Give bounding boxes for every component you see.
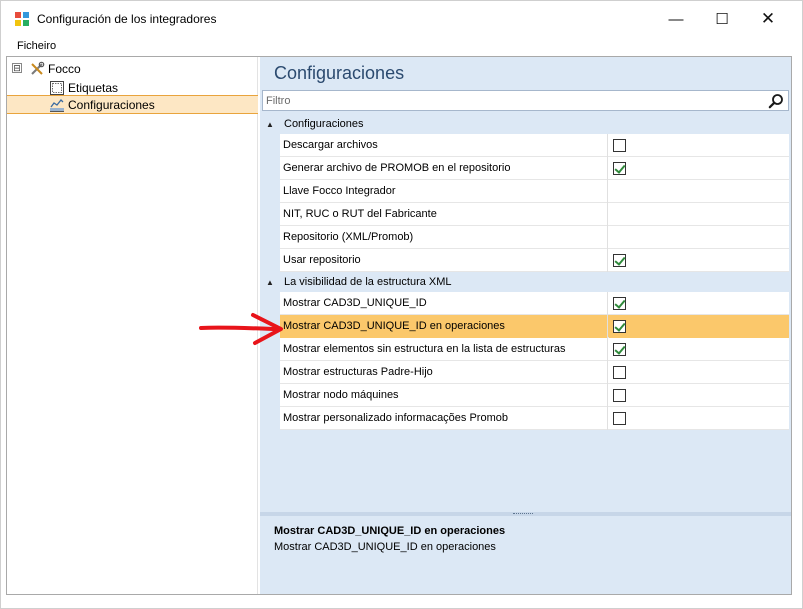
settings-panel: Configuraciones ▲ Configuraciones Descar…: [260, 57, 791, 594]
property-value[interactable]: [609, 361, 789, 384]
category-label: La visibilidad de la estructura XML: [284, 276, 452, 288]
checkbox-mostrar-padre-hijo[interactable]: [613, 366, 626, 379]
property-name: Mostrar CAD3D_UNIQUE_ID en operaciones: [280, 315, 608, 338]
maximize-icon: ☐: [715, 11, 729, 28]
property-row[interactable]: Mostrar CAD3D_UNIQUE_ID: [262, 292, 789, 315]
filter-box[interactable]: [262, 90, 789, 111]
row-gutter: [262, 384, 280, 407]
checkbox-mostrar-personalizado-promob[interactable]: [613, 412, 626, 425]
property-value[interactable]: [609, 249, 789, 272]
menu-bar: Ficheiro: [1, 37, 802, 56]
tree-item-label: Etiquetas: [68, 80, 119, 95]
tree-item-configuraciones[interactable]: Configuraciones: [7, 95, 258, 114]
category-label: Configuraciones: [284, 118, 364, 130]
app-icon: [15, 12, 29, 26]
row-gutter: [262, 249, 280, 272]
close-button[interactable]: ✕: [745, 1, 791, 37]
property-name: Usar repositorio: [280, 249, 608, 272]
row-gutter: [262, 134, 280, 157]
nit-ruc-rut-value[interactable]: [609, 203, 789, 226]
row-gutter: [262, 157, 280, 180]
collapse-category-icon[interactable]: ▲: [266, 120, 280, 129]
property-row[interactable]: Descargar archivos: [262, 134, 789, 157]
minimize-button[interactable]: —: [653, 1, 699, 37]
chart-icon: [50, 98, 64, 112]
window-title: Configuración de los integradores: [37, 12, 217, 26]
description-title: Mostrar CAD3D_UNIQUE_ID en operaciones: [274, 525, 506, 537]
property-row[interactable]: Generar archivo de PROMOB en el reposito…: [262, 157, 789, 180]
description-panel: Mostrar CAD3D_UNIQUE_ID en operaciones M…: [260, 516, 791, 594]
checkbox-descargar-archivos[interactable]: [613, 139, 626, 152]
property-name: Llave Focco Integrador: [280, 180, 608, 203]
description-text: Mostrar CAD3D_UNIQUE_ID en operaciones: [274, 541, 496, 553]
row-gutter: [262, 361, 280, 384]
property-name: Mostrar personalizado informacações Prom…: [280, 407, 608, 430]
close-icon: ✕: [760, 9, 776, 28]
checkbox-mostrar-cad3d-unique-id[interactable]: [613, 297, 626, 310]
category-configuraciones[interactable]: ▲ Configuraciones: [262, 114, 789, 134]
property-name: Generar archivo de PROMOB en el reposito…: [280, 157, 608, 180]
property-row[interactable]: Usar repositorio: [262, 249, 789, 272]
collapse-category-icon[interactable]: ▲: [266, 278, 280, 287]
annotation-arrow-icon: [199, 313, 283, 345]
property-row-selected[interactable]: Mostrar CAD3D_UNIQUE_ID en operaciones: [262, 315, 789, 338]
checkbox-mostrar-elementos-sin-estructura[interactable]: [613, 343, 626, 356]
property-row[interactable]: NIT, RUC o RUT del Fabricante: [262, 203, 789, 226]
row-gutter: [262, 203, 280, 226]
filter-input[interactable]: [266, 93, 756, 108]
row-gutter: [262, 407, 280, 430]
label-grid-icon: [50, 80, 64, 95]
tools-icon: [31, 61, 45, 75]
property-value[interactable]: [609, 315, 789, 338]
property-name: Mostrar estructuras Padre-Hijo: [280, 361, 608, 384]
category-visibilidad-xml[interactable]: ▲ La visibilidad de la estructura XML: [262, 272, 789, 292]
property-row[interactable]: Mostrar nodo máquines: [262, 384, 789, 407]
tree-item-label: Focco: [48, 61, 81, 76]
property-row[interactable]: Mostrar elementos sin estructura en la l…: [262, 338, 789, 361]
property-row[interactable]: Repositorio (XML/Promob): [262, 226, 789, 249]
property-value[interactable]: [609, 384, 789, 407]
menu-ficheiro[interactable]: Ficheiro: [17, 40, 56, 52]
checkbox-mostrar-cad3d-operaciones[interactable]: [613, 320, 626, 333]
tree-item-label: Configuraciones: [68, 97, 155, 112]
maximize-button[interactable]: ☐: [699, 1, 745, 37]
app-window: Configuración de los integradores — ☐ ✕ …: [0, 0, 803, 609]
tree-item-focco[interactable]: ⊟ Focco: [7, 59, 258, 78]
property-name: Descargar archivos: [280, 134, 608, 157]
property-value[interactable]: [609, 157, 789, 180]
search-icon[interactable]: [768, 93, 784, 109]
property-value[interactable]: [609, 338, 789, 361]
row-gutter: [262, 226, 280, 249]
property-row[interactable]: Mostrar personalizado informacações Prom…: [262, 407, 789, 430]
llave-focco-value[interactable]: [609, 180, 789, 203]
property-grid: ▲ Configuraciones Descargar archivos Gen…: [262, 114, 789, 430]
row-gutter: [262, 180, 280, 203]
property-row[interactable]: Llave Focco Integrador: [262, 180, 789, 203]
minimize-icon: —: [668, 10, 684, 28]
tree-collapse-toggle[interactable]: ⊟: [12, 63, 22, 73]
property-value[interactable]: [609, 134, 789, 157]
property-row[interactable]: Mostrar estructuras Padre-Hijo: [262, 361, 789, 384]
property-name: Repositorio (XML/Promob): [280, 226, 608, 249]
property-value[interactable]: [609, 407, 789, 430]
page-title: Configuraciones: [274, 63, 405, 83]
property-name: NIT, RUC o RUT del Fabricante: [280, 203, 608, 226]
splitter-grip-icon[interactable]: [513, 513, 533, 515]
checkbox-generar-archivo-promob[interactable]: [613, 162, 626, 175]
checkbox-mostrar-nodo-maquines[interactable]: [613, 389, 626, 402]
property-name: Mostrar elementos sin estructura en la l…: [280, 338, 608, 361]
repositorio-value[interactable]: [609, 226, 789, 249]
client-area: ⊟ Focco Etiquetas Configuraciones Config…: [6, 56, 792, 595]
title-bar[interactable]: Configuración de los integradores — ☐ ✕: [1, 1, 802, 37]
checkbox-usar-repositorio[interactable]: [613, 254, 626, 267]
property-value[interactable]: [609, 292, 789, 315]
property-name: Mostrar nodo máquines: [280, 384, 608, 407]
property-name: Mostrar CAD3D_UNIQUE_ID: [280, 292, 608, 315]
